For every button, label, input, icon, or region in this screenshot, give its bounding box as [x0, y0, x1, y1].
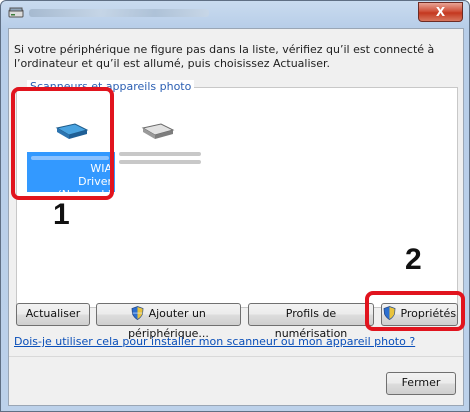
scanner-icon: [141, 123, 175, 139]
close-window-button[interactable]: X: [418, 2, 463, 22]
device-name-blur: [119, 152, 201, 156]
close-button[interactable]: Fermer: [386, 372, 456, 395]
annotation-number-2: 2: [405, 243, 422, 276]
close-icon: X: [435, 5, 446, 19]
footer-divider: [9, 356, 463, 357]
instructions-text: Si votre périphérique ne figure pas dans…: [14, 43, 435, 70]
highlight-properties: [365, 291, 465, 331]
scanner-icon: [8, 7, 24, 18]
add-device-button[interactable]: Ajouter un périphérique...: [96, 303, 241, 340]
dialog-body: Si votre périphérique ne figure pas dans…: [8, 28, 464, 406]
device-name-blur: [119, 160, 201, 164]
scan-profiles-button[interactable]: Profils de numérisation: [248, 303, 374, 340]
title-bar[interactable]: X: [1, 1, 469, 27]
window-title: [29, 9, 209, 17]
shield-icon: [131, 306, 144, 320]
device-item-other[interactable]: [111, 106, 203, 216]
highlight-device: [11, 87, 114, 200]
device-label: [113, 148, 201, 188]
dialog-window: X Si votre périphérique ne figure pas da…: [0, 0, 470, 412]
help-link[interactable]: Dois-je utiliser cela pour installer mon…: [14, 335, 415, 348]
annotation-number-1: 1: [53, 198, 70, 231]
refresh-button[interactable]: Actualiser: [16, 303, 90, 326]
